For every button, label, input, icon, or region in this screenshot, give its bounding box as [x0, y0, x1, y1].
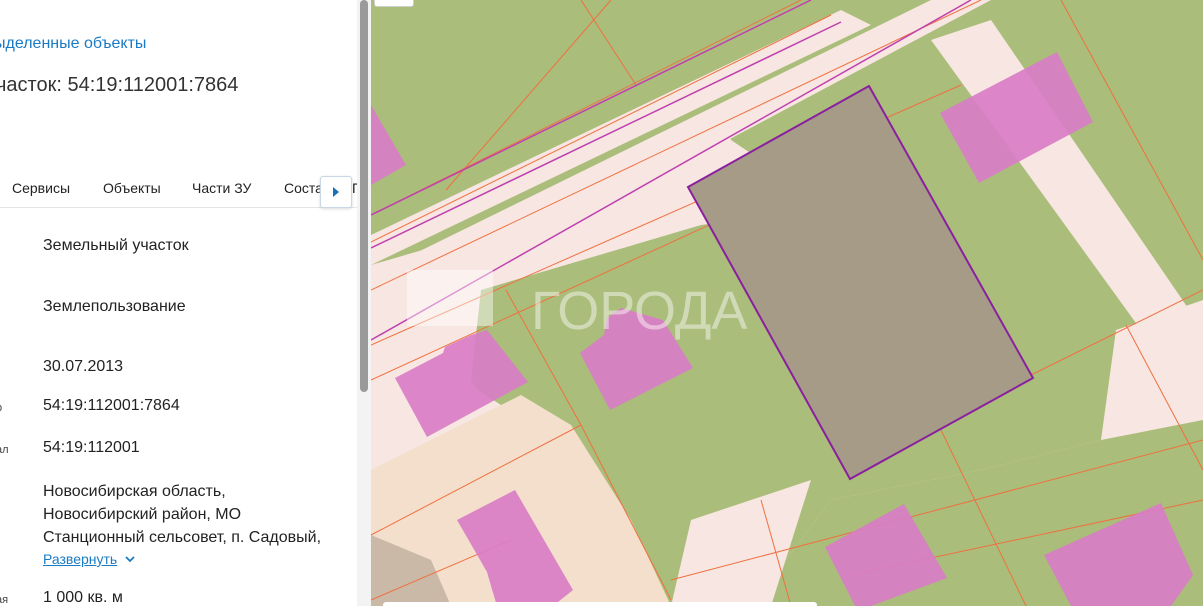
chevron-right-icon — [333, 187, 339, 197]
area-label: ая — [0, 594, 9, 606]
parcel-kind-value: Землепользование — [43, 298, 186, 315]
cadastral-quarter-value: 54:19:112001 — [43, 439, 140, 456]
tab-scroll-right-button[interactable] — [320, 176, 352, 208]
tab-parcel-parts[interactable]: Части ЗУ — [192, 180, 251, 196]
address-block: Новосибирская область, Новосибирский рай… — [43, 480, 353, 549]
chevron-down-icon — [125, 555, 135, 562]
watermark-logo-icon — [407, 270, 493, 326]
map-bottom-bar — [383, 602, 817, 606]
panel-scrollbar-thumb[interactable] — [360, 0, 368, 392]
app-window: ыделенные объекты участок: 54:19:112001:… — [0, 0, 1203, 606]
map-view[interactable]: ГОРОДА — [371, 0, 1203, 606]
address-line: Новосибирская область, — [43, 483, 226, 500]
page-title: участок: 54:19:112001:7864 — [0, 74, 239, 96]
map-control-button[interactable] — [374, 0, 414, 7]
cadastral-number-label: р — [0, 402, 2, 414]
address-line: Станционный сельсовет, п. Садовый, — [43, 529, 322, 546]
info-panel: ыделенные объекты участок: 54:19:112001:… — [0, 0, 357, 606]
panel-scrollbar[interactable] — [357, 0, 371, 606]
watermark: ГОРОДА — [407, 270, 747, 341]
cadastral-number-value: 54:19:112001:7864 — [43, 397, 180, 414]
tab-services[interactable]: Сервисы — [12, 180, 70, 196]
tab-composition[interactable]: Соста — [284, 180, 323, 196]
registration-date-value: 30.07.2013 — [43, 358, 124, 375]
cadastral-quarter-label: ал — [0, 444, 9, 456]
back-to-selected-link[interactable]: ыделенные объекты — [0, 35, 146, 53]
tab-bar: Сервисы Объекты Части ЗУ Соста Г — [0, 172, 357, 208]
watermark-text: ГОРОДА — [531, 281, 747, 341]
expand-address-link[interactable]: Развернуть — [43, 551, 135, 567]
expand-label: Развернуть — [43, 551, 118, 567]
object-type-value: Земельный участок — [43, 237, 189, 254]
area-value: 1 000 кв. м — [43, 589, 123, 606]
address-line: Новосибирский район, МО — [43, 506, 242, 523]
tab-objects[interactable]: Объекты — [103, 180, 161, 196]
map-canvas[interactable]: ГОРОДА — [371, 0, 1203, 606]
